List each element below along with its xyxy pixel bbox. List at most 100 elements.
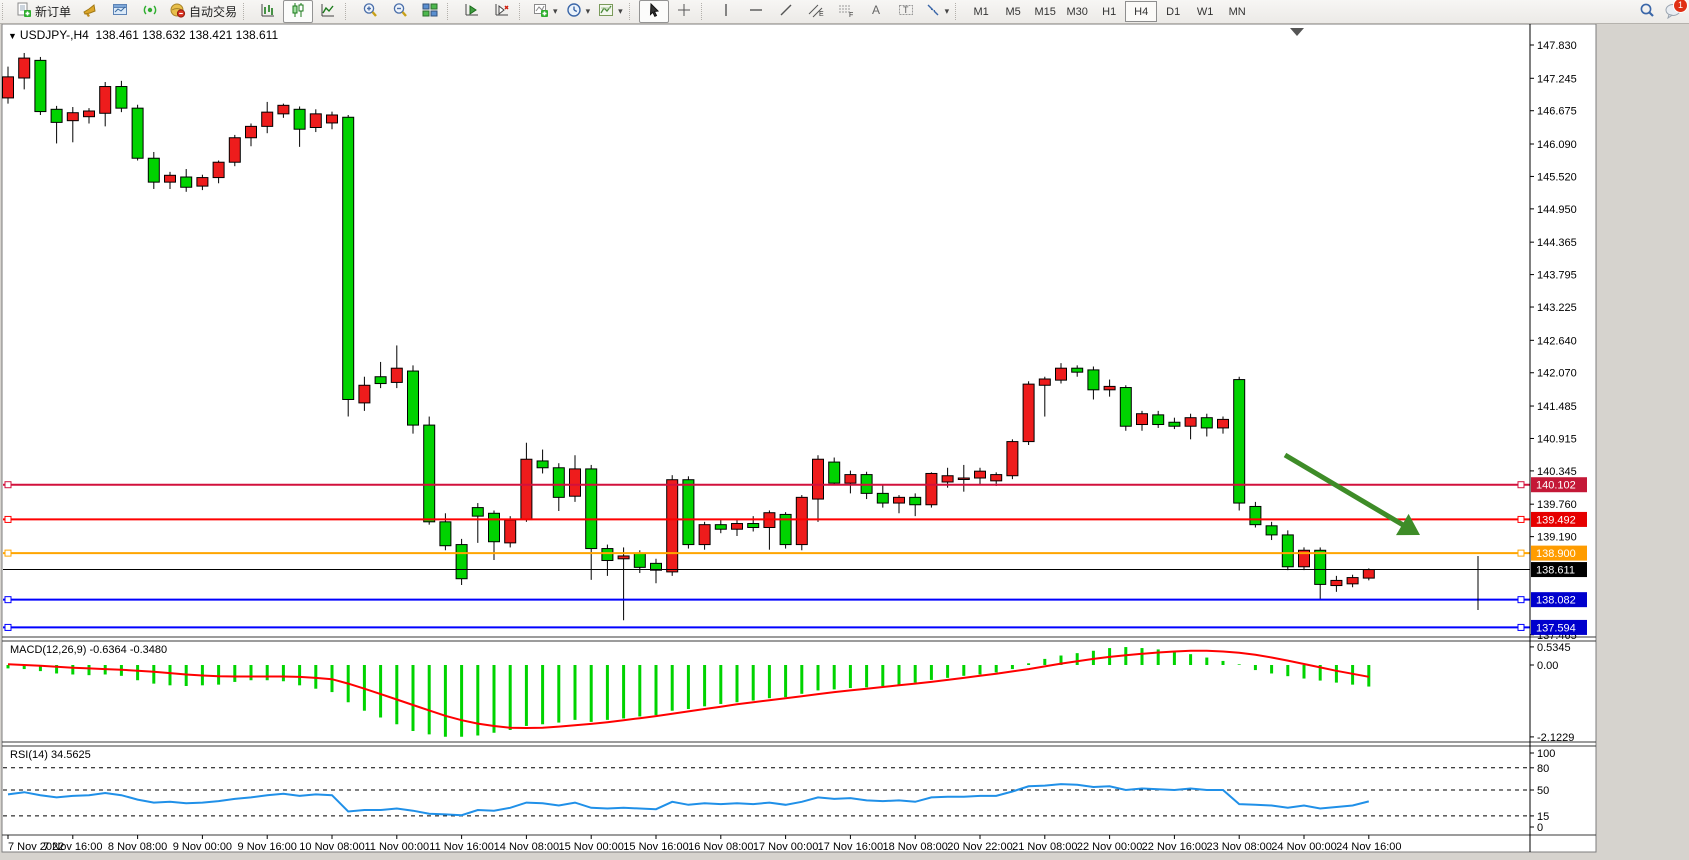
toolbar-grip <box>701 3 707 20</box>
svg-text:22 Nov 16:00: 22 Nov 16:00 <box>1142 841 1207 853</box>
text-icon: A <box>869 2 883 21</box>
timeframe-toolbar: M1M5M15M30H1H4D1W1MN <box>965 1 1253 22</box>
svg-text:17 Nov 00:00: 17 Nov 00:00 <box>753 841 818 853</box>
shapes-arrow-icon <box>925 2 941 21</box>
timeframe-button-MN[interactable]: MN <box>1221 1 1253 22</box>
add-indicator-button[interactable] <box>529 0 562 23</box>
vertical-line-button[interactable] <box>711 0 741 23</box>
cursor-button[interactable] <box>639 0 669 23</box>
svg-text:138.900: 138.900 <box>1536 548 1576 560</box>
text-label-icon: T <box>898 2 914 21</box>
radio-signal-button[interactable] <box>135 0 165 23</box>
channel-icon: E <box>807 2 825 21</box>
new-order-icon <box>16 2 32 21</box>
svg-text:138.611: 138.611 <box>1536 565 1575 577</box>
svg-text:7 Nov 16:00: 7 Nov 16:00 <box>43 841 102 853</box>
svg-text:17 Nov 16:00: 17 Nov 16:00 <box>818 841 883 853</box>
svg-text:23 Nov 08:00: 23 Nov 08:00 <box>1206 841 1271 853</box>
rsi-indicator-label: RSI(14) 34.5625 <box>10 749 91 761</box>
svg-text:21 Nov 08:00: 21 Nov 08:00 <box>1012 841 1077 853</box>
svg-text:22 Nov 00:00: 22 Nov 00:00 <box>1077 841 1142 853</box>
text-button[interactable]: A <box>861 0 891 23</box>
chart-shift-button[interactable] <box>487 0 517 23</box>
svg-text:0.00: 0.00 <box>1537 660 1558 672</box>
shapes-arrows-button[interactable] <box>921 0 954 23</box>
main-toolbar: 新订单 自动交易 <box>0 0 1689 24</box>
chart-area[interactable]: 147.830147.245146.675146.090145.520144.9… <box>0 0 1689 860</box>
zoom-out-icon <box>392 2 409 21</box>
svg-text:143.225: 143.225 <box>1537 302 1577 314</box>
candlestick-chart-button[interactable] <box>283 0 313 23</box>
svg-text:24 Nov 00:00: 24 Nov 00:00 <box>1271 841 1336 853</box>
svg-text:10 Nov 08:00: 10 Nov 08:00 <box>299 841 364 853</box>
new-order-button[interactable]: 新订单 <box>12 0 75 23</box>
timeframe-button-M5[interactable]: M5 <box>997 1 1029 22</box>
bar-chart-button[interactable] <box>253 0 283 23</box>
timeframe-button-M30[interactable]: M30 <box>1061 1 1093 22</box>
zoom-in-button[interactable] <box>355 0 385 23</box>
svg-text:140.102: 140.102 <box>1536 480 1576 492</box>
svg-text:139.492: 139.492 <box>1536 514 1576 526</box>
toolbar-grip <box>345 3 351 20</box>
channel-button[interactable]: E <box>801 0 831 23</box>
horizontal-line-button[interactable] <box>741 0 771 23</box>
timeframe-button-M15[interactable]: M15 <box>1029 1 1061 22</box>
svg-text:15 Nov 00:00: 15 Nov 00:00 <box>558 841 623 853</box>
svg-text:E: E <box>819 11 824 18</box>
chart-symbol-title: ▼USDJPY-,H4 138.461 138.632 138.421 138.… <box>8 28 278 42</box>
svg-text:9 Nov 16:00: 9 Nov 16:00 <box>238 841 297 853</box>
auto-trading-icon <box>169 2 186 21</box>
svg-text:20 Nov 22:00: 20 Nov 22:00 <box>947 841 1012 853</box>
svg-text:11 Nov 00:00: 11 Nov 00:00 <box>364 841 429 853</box>
toolbar-grip <box>243 3 249 20</box>
crosshair-button[interactable] <box>669 0 699 23</box>
notifications-chat-icon[interactable]: 1 <box>1664 2 1683 22</box>
zoom-out-button[interactable] <box>385 0 415 23</box>
ohlc-readout: 138.461 138.632 138.421 138.611 <box>96 28 279 42</box>
crosshair-icon <box>676 2 692 21</box>
toolbar-grip <box>519 3 525 20</box>
horizontal-line-icon <box>748 2 764 21</box>
text-label-button[interactable]: T <box>891 0 921 23</box>
svg-text:144.950: 144.950 <box>1537 204 1577 216</box>
auto-trading-button[interactable]: 自动交易 <box>165 0 241 23</box>
svg-text:14 Nov 08:00: 14 Nov 08:00 <box>494 841 559 853</box>
template-button[interactable] <box>594 0 627 23</box>
timeframe-button-D1[interactable]: D1 <box>1157 1 1189 22</box>
svg-text:-2.1229: -2.1229 <box>1537 732 1574 744</box>
timeframe-button-H1[interactable]: H1 <box>1093 1 1125 22</box>
periods-button[interactable] <box>562 0 595 23</box>
cursor-icon <box>646 2 662 21</box>
fibonacci-button[interactable]: F <box>831 0 861 23</box>
svg-text:138.082: 138.082 <box>1536 595 1576 607</box>
symbol-dropdown-icon[interactable]: ▼ <box>8 31 17 41</box>
charts-window-button[interactable] <box>105 0 135 23</box>
timeframe-button-W1[interactable]: W1 <box>1189 1 1221 22</box>
line-chart-icon <box>320 2 336 21</box>
auto-scroll-button[interactable] <box>457 0 487 23</box>
charts-window-icon <box>112 2 128 21</box>
svg-text:100: 100 <box>1537 748 1555 760</box>
notification-count-badge: 1 <box>1673 0 1688 13</box>
svg-text:143.795: 143.795 <box>1537 270 1577 282</box>
tile-windows-button[interactable] <box>415 0 445 23</box>
svg-text:18 Nov 08:00: 18 Nov 08:00 <box>882 841 947 853</box>
svg-text:144.365: 144.365 <box>1537 237 1577 249</box>
line-chart-button[interactable] <box>313 0 343 23</box>
svg-text:8 Nov 08:00: 8 Nov 08:00 <box>108 841 167 853</box>
svg-text:80: 80 <box>1537 763 1549 775</box>
search-icon[interactable] <box>1638 2 1656 22</box>
svg-text:15 Nov 16:00: 15 Nov 16:00 <box>623 841 688 853</box>
toolbar-grip <box>447 3 453 20</box>
trendline-button[interactable] <box>771 0 801 23</box>
timeframe-button-H4[interactable]: H4 <box>1125 1 1157 22</box>
toolbar-grip <box>629 3 635 20</box>
candlestick-chart-icon <box>290 2 306 21</box>
sound-button[interactable] <box>75 0 105 23</box>
svg-text:0.5345: 0.5345 <box>1537 642 1571 654</box>
svg-text:16 Nov 08:00: 16 Nov 08:00 <box>688 841 753 853</box>
timeframe-button-M1[interactable]: M1 <box>965 1 997 22</box>
svg-text:24 Nov 16:00: 24 Nov 16:00 <box>1336 841 1401 853</box>
bar-chart-icon <box>260 2 276 21</box>
svg-text:147.830: 147.830 <box>1537 40 1577 52</box>
